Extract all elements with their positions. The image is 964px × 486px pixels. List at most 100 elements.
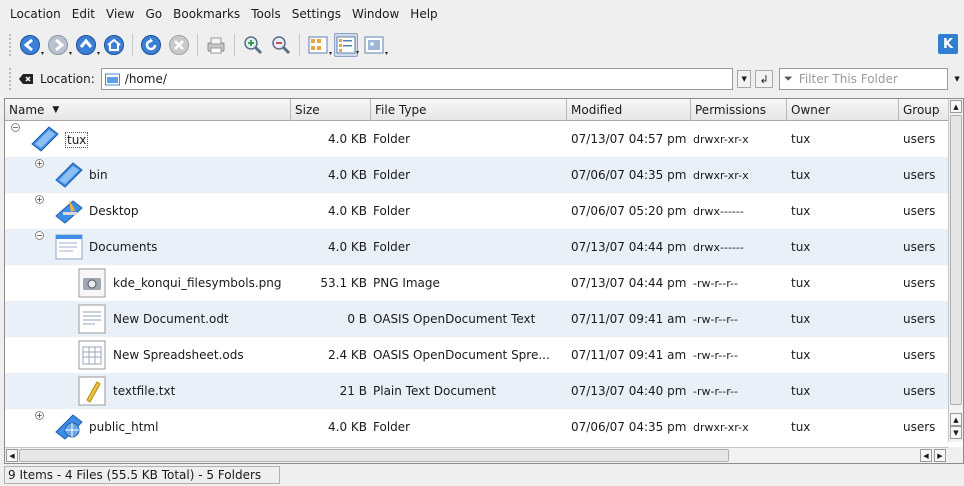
location-bar: Location: /home/ ▼ ↲ ⏷ Filter This Folde… [0,62,964,96]
group-cell: users [903,384,936,398]
detail-view-button[interactable]: ▾ [334,33,359,57]
table-row[interactable]: + bin 4.0 KB Folder 07/06/07 04:35 pm dr… [5,157,949,193]
owner-cell: tux [791,276,811,290]
column-header-name[interactable]: Name ▼ [5,99,291,121]
scroll-down-button[interactable]: ▼ [950,426,962,439]
stop-button[interactable] [167,33,191,57]
text-document-icon [78,304,106,334]
permissions-cell: drwxr-xr-x [693,132,749,146]
vertical-scrollbar[interactable]: ▲ ▲ ▼ [948,99,963,442]
expand-icon[interactable]: + [35,195,44,204]
table-row[interactable]: kde_konqui_filesymbols.png 53.1 KB PNG I… [5,265,949,301]
go-button[interactable]: ↲ [755,70,774,88]
column-header-modified[interactable]: Modified [567,99,691,121]
size-cell: 4.0 KB [328,132,367,146]
type-cell: OASIS OpenDocument Spre... [373,348,550,362]
horizontal-scrollbar[interactable]: ◀ ◀ ▶ [5,447,949,463]
table-row[interactable]: textfile.txt 21 B Plain Text Document 07… [5,373,949,409]
name-cell: + Desktop [5,193,291,229]
back-button[interactable]: ▾ [18,33,44,57]
forward-button[interactable]: ▾ [46,33,72,57]
preview-button[interactable]: ▾ [362,33,388,57]
home-button[interactable] [102,33,126,57]
table-row[interactable]: New Document.odt 0 B OASIS OpenDocument … [5,301,949,337]
location-history-dropdown[interactable]: ▼ [737,70,752,88]
zoom-out-button[interactable] [269,33,293,57]
menu-edit[interactable]: Edit [72,7,95,21]
up-button[interactable]: ▾ [74,33,100,57]
icon-view-button[interactable]: ▾ [306,33,332,57]
modified-cell: 07/11/07 09:41 am [571,348,687,362]
table-row[interactable]: + Desktop 4.0 KB Folder 07/06/07 05:20 p… [5,193,949,229]
vertical-scroll-thumb[interactable] [950,115,962,405]
table-row[interactable]: New Spreadsheet.ods 2.4 KB OASIS OpenDoc… [5,337,949,373]
scroll-left-button[interactable]: ◀ [920,449,932,462]
filter-input[interactable]: ⏷ Filter This Folder [779,68,949,90]
toolbar-grip[interactable] [8,67,12,91]
clear-location-icon[interactable] [18,73,34,85]
collapse-icon[interactable]: − [11,123,20,132]
group-cell: users [903,420,936,434]
horizontal-scroll-thumb[interactable] [19,449,729,462]
owner-cell: tux [791,132,811,146]
zoom-in-icon [244,36,263,55]
scroll-right-button[interactable]: ▶ [934,449,946,462]
expand-icon[interactable]: + [35,411,44,420]
web-folder-icon [55,414,83,440]
name-cell: − Documents [5,229,291,265]
name-cell: + public_html [5,409,291,445]
size-cell: 4.0 KB [328,420,367,434]
size-cell: 53.1 KB [320,276,367,290]
permissions-cell: drwxr-xr-x [693,420,749,434]
column-header-permissions[interactable]: Permissions [691,99,787,121]
menu-bookmarks[interactable]: Bookmarks [173,7,240,21]
modified-cell: 07/13/07 04:44 pm [571,276,687,290]
type-cell: Folder [373,240,411,254]
toolbar-grip[interactable] [8,33,12,57]
sort-descending-icon: ▼ [52,105,60,115]
reload-button[interactable] [139,33,163,57]
forward-icon [48,35,68,55]
return-icon: ↲ [759,72,769,86]
group-cell: users [903,204,936,218]
location-input[interactable]: /home/ [100,68,734,90]
permissions-cell: drwxr-xr-x [693,168,749,182]
filter-dropdown[interactable]: ▼ [950,70,964,88]
zoom-in-button[interactable] [241,33,265,57]
size-cell: 21 B [339,384,367,398]
plain-text-icon [78,376,106,406]
column-header-size[interactable]: Size [291,99,371,121]
expand-icon[interactable]: + [35,159,44,168]
menu-view[interactable]: View [106,7,134,21]
name-cell: New Spreadsheet.ods [5,337,291,373]
toolbar-separator [299,34,300,56]
column-header-owner[interactable]: Owner [787,99,899,121]
table-row[interactable]: − Documents 4.0 KB Folder 07/13/07 04:44… [5,229,949,265]
print-button[interactable] [204,33,228,57]
table-row[interactable]: + public_html 4.0 KB Folder 07/06/07 04:… [5,409,949,445]
table-row[interactable]: − tux 4.0 KB Folder 07/13/07 04:57 pm dr… [5,121,949,157]
menu-location[interactable]: Location [10,7,61,21]
column-header-group[interactable]: Group [899,99,949,121]
scroll-up-button[interactable]: ▲ [950,413,962,426]
column-header-file-type[interactable]: File Type [371,99,567,121]
collapse-icon[interactable]: − [35,231,44,240]
scroll-left-button[interactable]: ◀ [6,449,18,462]
menu-tools[interactable]: Tools [251,7,281,21]
status-bar: 9 Items - 4 Files (55.5 KB Total) - 5 Fo… [4,466,280,484]
scroll-up-button[interactable]: ▲ [950,100,962,113]
menu-window[interactable]: Window [352,7,399,21]
filter-funnel-icon: ⏷ [784,72,793,85]
menu-settings[interactable]: Settings [292,7,341,21]
scrollbar-corner [948,447,963,463]
name-cell: New Document.odt [5,301,291,337]
toolbar-separator [234,34,235,56]
permissions-cell: -rw-r--r-- [693,276,738,290]
menu-help[interactable]: Help [410,7,437,21]
permissions-cell: drwx------ [693,204,744,218]
owner-cell: tux [791,312,811,326]
menu-go[interactable]: Go [146,7,163,21]
stop-icon [169,35,189,55]
toolbar-separator [132,34,133,56]
owner-cell: tux [791,240,811,254]
